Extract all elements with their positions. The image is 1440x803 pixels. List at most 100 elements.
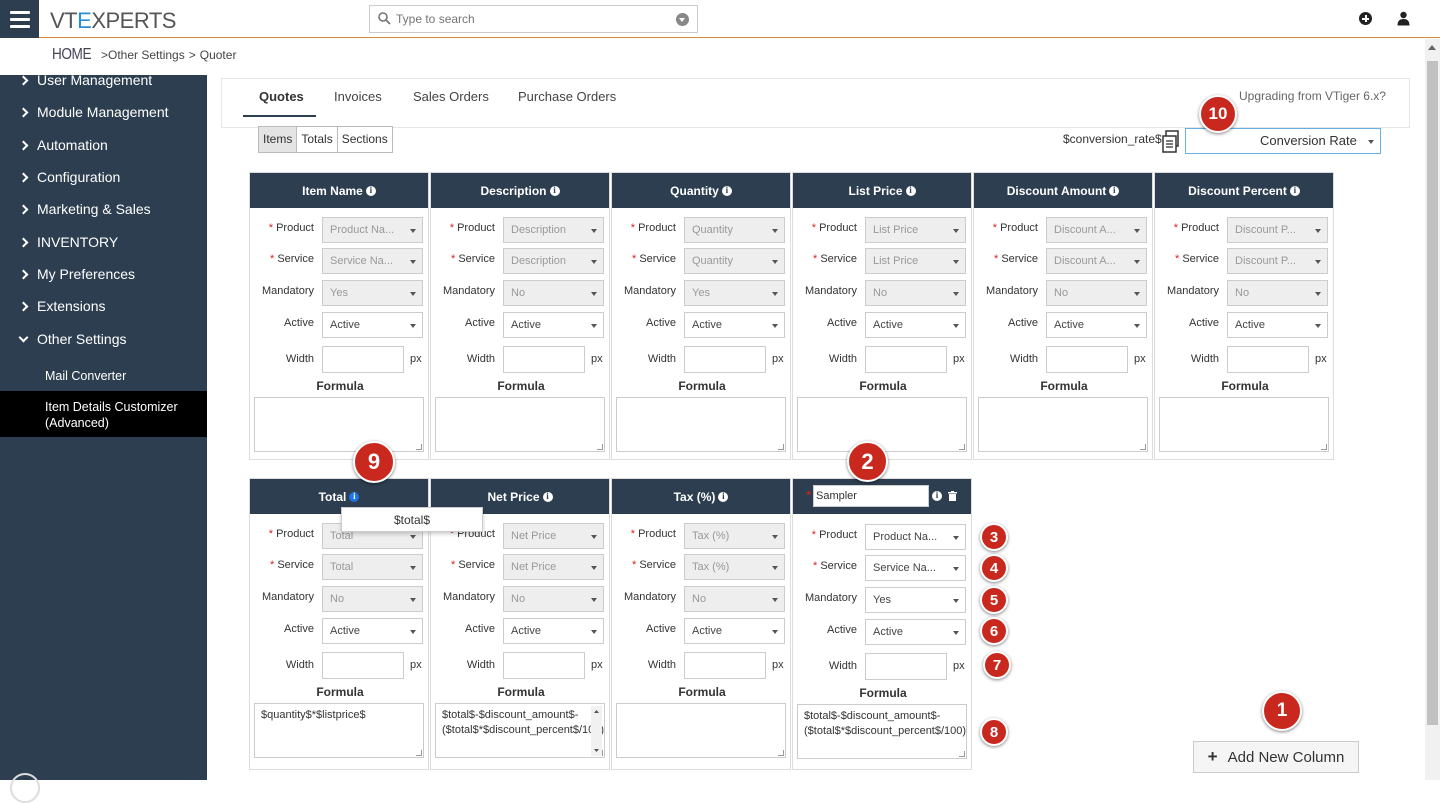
resize-grip-icon[interactable] [778, 444, 784, 450]
sidebar-item-automation[interactable]: Automation [18, 137, 108, 153]
mandatory-select[interactable]: No [503, 280, 604, 306]
active-select[interactable]: Active [865, 312, 966, 338]
service-select[interactable]: Description [503, 248, 604, 274]
trash-icon[interactable] [948, 491, 957, 501]
active-select[interactable]: Active [1046, 312, 1147, 338]
search-box[interactable] [369, 5, 698, 33]
scroll-thumb[interactable] [1427, 61, 1438, 725]
scrollbar[interactable] [1425, 39, 1440, 780]
sidebar-item-my-preferences[interactable]: My Preferences [18, 266, 135, 282]
sidebar-item-marketing-sales[interactable]: Marketing & Sales [18, 201, 151, 217]
mandatory-select[interactable]: No [1046, 280, 1147, 306]
active-select[interactable]: Active [1227, 312, 1328, 338]
quick-create-icon[interactable] [1359, 12, 1372, 25]
width-input[interactable] [684, 346, 766, 373]
formula-textarea[interactable]: $quantity$*$listprice$ [254, 703, 424, 758]
service-select[interactable]: Service Na... [865, 555, 966, 581]
mandatory-select[interactable]: No [503, 586, 604, 612]
mandatory-select[interactable]: Yes [684, 280, 785, 306]
resize-grip-icon[interactable] [1321, 444, 1327, 450]
formula-textarea[interactable] [616, 397, 786, 452]
sidebar-item-user-management[interactable]: User Management [18, 72, 152, 88]
width-input[interactable] [322, 346, 404, 373]
add-new-column-button[interactable]: + Add New Column [1193, 741, 1359, 773]
width-input[interactable] [503, 652, 585, 679]
info-icon[interactable] [549, 185, 560, 196]
width-input[interactable] [1227, 346, 1309, 373]
sidebar-item-configuration[interactable]: Configuration [18, 169, 120, 185]
product-select[interactable]: Discount P... [1227, 217, 1328, 243]
tab-quotes[interactable]: Quotes [259, 89, 304, 104]
resize-grip-icon[interactable] [1140, 444, 1146, 450]
product-select[interactable]: Tax (%) [684, 523, 785, 549]
service-select[interactable]: Total [322, 554, 423, 580]
service-select[interactable]: Discount P... [1227, 248, 1328, 274]
width-input[interactable] [684, 652, 766, 679]
formula-textarea[interactable]: $total$-$discount_amount$-($total$*$disc… [797, 704, 967, 759]
info-icon[interactable] [905, 185, 916, 196]
active-select[interactable]: Active [503, 312, 604, 338]
mandatory-select[interactable]: Yes [322, 280, 423, 306]
sidebar-item-module-management[interactable]: Module Management [18, 104, 169, 120]
segment-sections[interactable]: Sections [337, 127, 392, 152]
formula-textarea[interactable] [616, 703, 786, 758]
column-name-input[interactable]: Sampler [813, 485, 929, 507]
sidebar-item-other-settings[interactable]: Other Settings [18, 331, 127, 347]
resize-grip-icon[interactable] [959, 751, 965, 757]
textarea-scroll-icon[interactable] [591, 706, 602, 756]
sidebar-item-inventory[interactable]: INVENTORY [18, 234, 118, 250]
tab-sales-orders[interactable]: Sales Orders [413, 89, 489, 104]
formula-textarea[interactable] [797, 397, 967, 452]
search-input[interactable] [396, 10, 666, 28]
upgrade-link[interactable]: Upgrading from VTiger 6.x? [1239, 89, 1386, 103]
resize-grip-icon[interactable] [778, 750, 784, 756]
segment-totals[interactable]: Totals [297, 127, 338, 152]
mandatory-select[interactable]: No [684, 586, 785, 612]
service-select[interactable]: List Price [865, 248, 966, 274]
resize-grip-icon[interactable] [959, 444, 965, 450]
segment-items[interactable]: Items [259, 127, 298, 152]
logo[interactable]: VTEXPERTS [50, 8, 176, 34]
service-select[interactable]: Tax (%) [684, 554, 785, 580]
service-select[interactable]: Net Price [503, 554, 604, 580]
copy-document-icon[interactable] [1162, 130, 1182, 154]
help-icon[interactable] [10, 773, 40, 803]
resize-grip-icon[interactable] [597, 444, 603, 450]
info-icon[interactable] [1289, 185, 1300, 196]
breadcrumb-other-settings[interactable]: Other Settings [108, 48, 185, 62]
formula-textarea[interactable] [254, 397, 424, 452]
info-icon[interactable] [349, 491, 360, 502]
product-select[interactable]: Net Price [503, 523, 604, 549]
sidebar-subitem-item-details-customizer[interactable]: Item Details Customizer (Advanced) [45, 399, 195, 431]
search-dropdown-icon[interactable] [676, 13, 689, 26]
product-select[interactable]: Description [503, 217, 604, 243]
width-input[interactable] [865, 346, 947, 373]
info-icon[interactable] [721, 185, 732, 196]
info-icon[interactable] [718, 491, 729, 502]
service-select[interactable]: Discount A... [1046, 248, 1147, 274]
mandatory-select[interactable]: No [1227, 280, 1328, 306]
active-select[interactable]: Active [684, 618, 785, 644]
tab-invoices[interactable]: Invoices [334, 89, 382, 104]
formula-textarea[interactable] [435, 397, 605, 452]
resize-grip-icon[interactable] [416, 750, 422, 756]
mandatory-select[interactable]: Yes [865, 587, 966, 613]
width-input[interactable] [503, 346, 585, 373]
width-input[interactable] [322, 652, 404, 679]
product-select[interactable]: Product Na... [322, 217, 423, 243]
menu-icon[interactable] [0, 0, 39, 38]
tab-purchase-orders[interactable]: Purchase Orders [518, 89, 616, 104]
formula-textarea[interactable] [978, 397, 1148, 452]
active-select[interactable]: Active [503, 618, 604, 644]
active-select[interactable]: Active [322, 618, 423, 644]
breadcrumb-home[interactable]: HOME [52, 46, 92, 64]
width-input[interactable] [1046, 346, 1128, 373]
sidebar-subitem-mail-converter[interactable]: Mail Converter [45, 369, 126, 383]
formula-textarea[interactable] [1159, 397, 1329, 452]
width-input[interactable] [865, 653, 947, 680]
mandatory-select[interactable]: No [865, 280, 966, 306]
active-select[interactable]: Active [684, 312, 785, 338]
formula-textarea[interactable]: $total$-$discount_amount$-($total$*$disc… [435, 703, 605, 758]
mandatory-select[interactable]: No [322, 586, 423, 612]
active-select[interactable]: Active [322, 312, 423, 338]
